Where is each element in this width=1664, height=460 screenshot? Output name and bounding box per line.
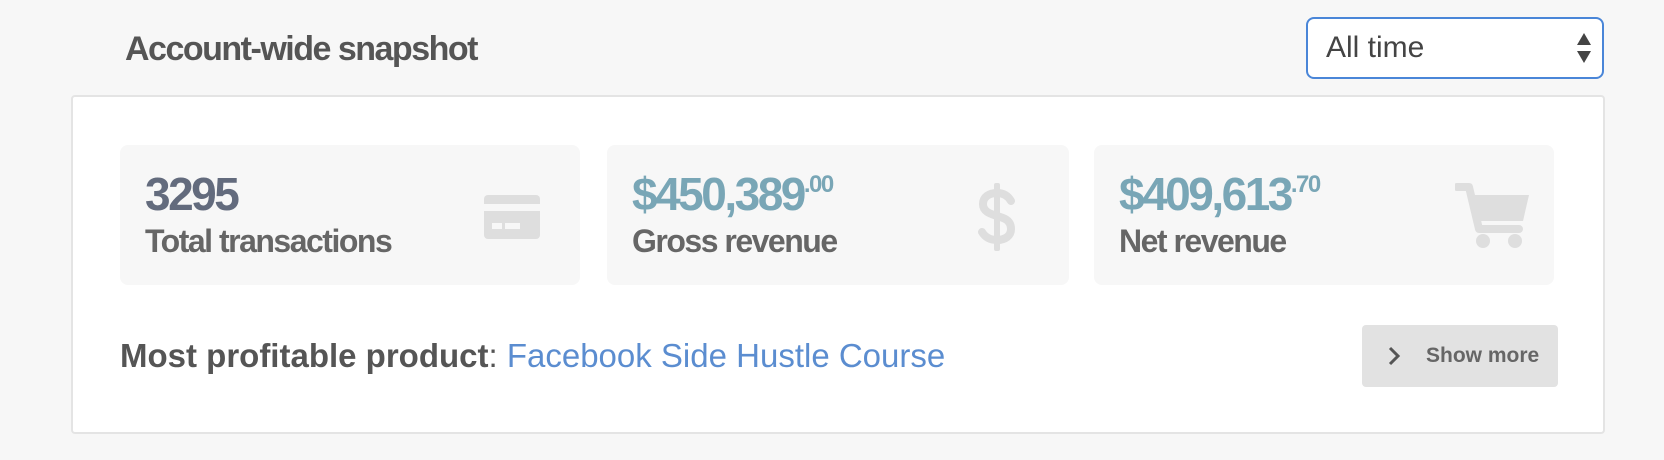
sort-arrows-icon: [1577, 33, 1591, 63]
most-profitable-product: Most profitable product: Facebook Side H…: [120, 337, 945, 375]
stat-card-transactions: 3295 Total transactions: [120, 145, 580, 285]
product-link[interactable]: Facebook Side Hustle Course: [507, 337, 945, 374]
period-select-value: All time: [1326, 31, 1425, 64]
show-more-button[interactable]: Show more: [1362, 325, 1558, 387]
snapshot-panel: 3295 Total transactions $450,389.00 Gros…: [71, 95, 1605, 434]
dollar-icon: [978, 183, 1016, 251]
most-profitable-label: Most profitable product: [120, 337, 489, 374]
stat-label: Net revenue: [1119, 223, 1287, 259]
period-select[interactable]: All time: [1306, 17, 1604, 79]
show-more-label: Show more: [1426, 344, 1540, 367]
section-title: Account-wide snapshot: [125, 30, 478, 68]
credit-card-icon: [484, 195, 540, 239]
shopping-cart-icon: [1455, 183, 1529, 248]
stat-label: Total transactions: [145, 223, 393, 259]
stat-value: 3295: [145, 168, 240, 220]
stat-card-net-revenue: $409,613.70 Net revenue: [1094, 145, 1554, 285]
stat-card-gross-revenue: $450,389.00 Gross revenue: [607, 145, 1069, 285]
label-separator: :: [488, 337, 498, 374]
stat-value: $450,389.00: [632, 168, 834, 220]
stat-value: $409,613.70: [1119, 168, 1321, 220]
chevron-right-icon: [1388, 346, 1401, 366]
stat-label: Gross revenue: [632, 223, 838, 259]
